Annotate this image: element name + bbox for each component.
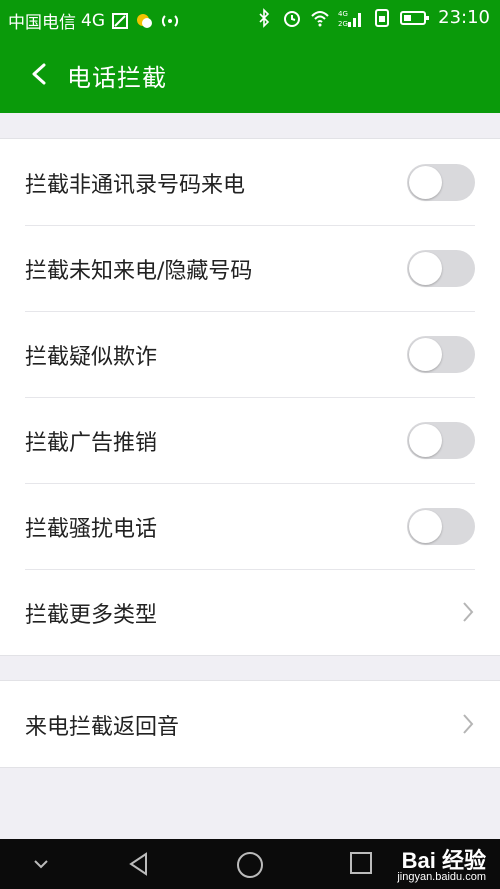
block-non-contacts-row[interactable]: 拦截非通讯录号码来电 <box>0 139 500 225</box>
bluetooth-icon <box>259 7 270 28</box>
clock-time: 23:10 <box>438 7 490 28</box>
wifi-icon <box>311 10 329 26</box>
carrier-label: 中国电信 <box>8 13 76 33</box>
row-label: 拦截未知来电/隐藏号码 <box>25 259 253 284</box>
toggle-knob <box>409 252 442 285</box>
block-non-contacts-toggle[interactable] <box>407 164 475 201</box>
chevron-right-icon <box>463 602 474 622</box>
row-label: 拦截更多类型 <box>25 603 158 628</box>
block-ads-row[interactable]: 拦截广告推销 <box>0 397 500 483</box>
toggle-knob <box>409 338 442 371</box>
row-label: 拦截疑似欺诈 <box>25 345 158 370</box>
app-bar: 电话拦截 <box>0 36 500 113</box>
block-fraud-toggle[interactable] <box>407 336 475 373</box>
status-bar: 中国电信 4G 4G 2G 23:10 <box>0 0 500 36</box>
network-type: 4G <box>81 10 105 31</box>
watermark-url: jingyan.baidu.com <box>397 871 486 883</box>
signal-icon: 4G2G <box>338 10 362 28</box>
block-ads-toggle[interactable] <box>407 422 475 459</box>
sim-slot-icon <box>375 8 390 27</box>
hotspot-icon <box>161 14 179 27</box>
block-fraud-row[interactable]: 拦截疑似欺诈 <box>0 311 500 397</box>
row-label: 来电拦截返回音 <box>25 715 180 740</box>
block-unknown-row[interactable]: 拦截未知来电/隐藏号码 <box>0 225 500 311</box>
toggle-knob <box>409 166 442 199</box>
recents-square-icon[interactable] <box>349 851 373 875</box>
alarm-icon <box>284 10 301 27</box>
return-tone-row[interactable]: 来电拦截返回音 <box>0 681 500 767</box>
block-harassment-row[interactable]: 拦截骚扰电话 <box>0 483 500 569</box>
battery-icon <box>400 10 430 25</box>
back-arrow-icon[interactable] <box>26 60 52 88</box>
sim-card-icon <box>112 12 128 29</box>
back-triangle-icon[interactable] <box>126 851 152 877</box>
collapse-icon[interactable] <box>32 857 50 871</box>
chevron-right-icon <box>463 714 474 734</box>
row-label: 拦截骚扰电话 <box>25 517 158 542</box>
row-label: 拦截非通讯录号码来电 <box>25 173 246 198</box>
weather-icon <box>137 13 152 28</box>
block-settings-group: 拦截非通讯录号码来电 拦截未知来电/隐藏号码 拦截疑似欺诈 拦截广告推销 拦截骚… <box>0 138 500 656</box>
toggle-knob <box>409 424 442 457</box>
return-tone-group: 来电拦截返回音 <box>0 680 500 768</box>
system-nav-bar: Bai 经验 jingyan.baidu.com <box>0 839 500 889</box>
home-circle-icon[interactable] <box>236 851 264 879</box>
row-label: 拦截广告推销 <box>25 431 158 456</box>
block-unknown-toggle[interactable] <box>407 250 475 287</box>
block-harassment-toggle[interactable] <box>407 508 475 545</box>
svg-text:2G: 2G <box>338 20 348 28</box>
svg-text:4G: 4G <box>338 10 348 18</box>
block-more-types-row[interactable]: 拦截更多类型 <box>0 569 500 655</box>
page-title: 电话拦截 <box>67 64 167 92</box>
toggle-knob <box>409 510 442 543</box>
